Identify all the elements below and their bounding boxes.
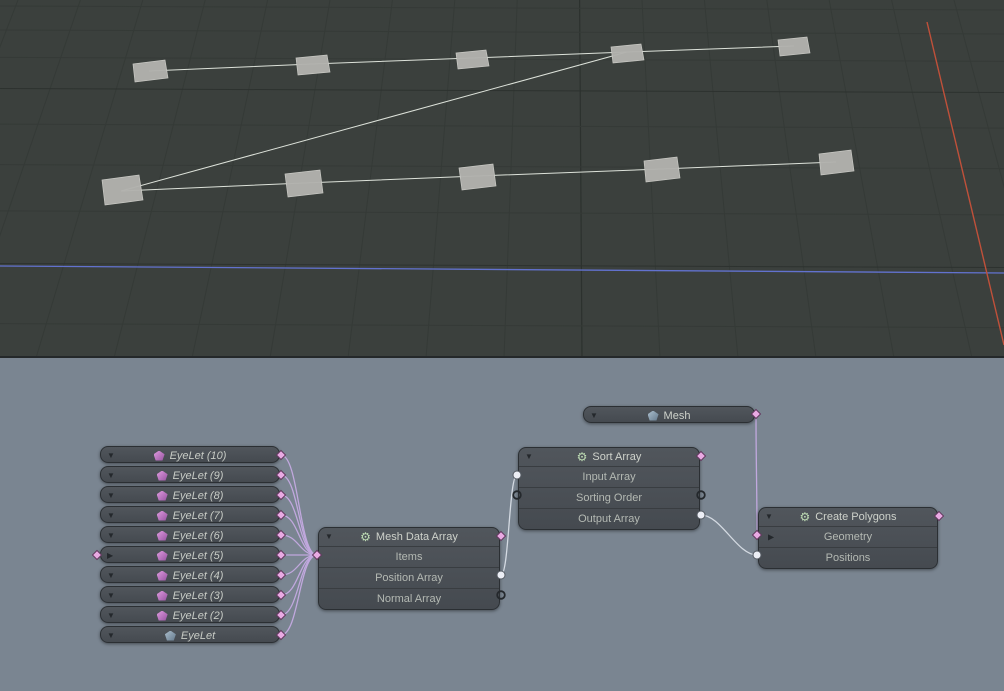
expand-arrow-icon[interactable]: ▶	[107, 551, 113, 559]
node-eyelet-7[interactable]: ▼ EyeLet (7)	[100, 506, 280, 523]
connector-mda-position-output[interactable]	[497, 571, 505, 579]
gear-icon: ⚙	[360, 531, 371, 543]
row-position-array[interactable]: Position Array	[319, 567, 499, 588]
node-mesh[interactable]: ▼ Mesh	[583, 406, 755, 423]
node-eyelet-6[interactable]: ▼ EyeLet (6)	[100, 526, 280, 543]
node-title: EyeLet (8)	[173, 490, 224, 502]
collapse-arrow-icon[interactable]: ▼	[107, 591, 115, 599]
collapse-arrow-icon[interactable]: ▼	[107, 571, 115, 579]
collapse-arrow-icon[interactable]: ▼	[325, 533, 333, 541]
node-title: EyeLet (5)	[173, 550, 224, 562]
collapse-arrow-icon[interactable]: ▼	[107, 511, 115, 519]
node-eyelet-4[interactable]: ▼ EyeLet (4)	[100, 566, 280, 583]
row-items[interactable]: Items	[319, 546, 499, 567]
gear-icon: ⚙	[799, 511, 810, 523]
viewport-canvas	[0, 0, 1004, 358]
collapse-arrow-icon[interactable]: ▼	[525, 453, 533, 461]
collapse-arrow-icon[interactable]: ▼	[107, 611, 115, 619]
eyelet-quad[interactable]	[819, 150, 854, 175]
wire-mdaPos-to-sortIn[interactable]	[501, 475, 517, 575]
connector-sort-output[interactable]	[697, 511, 705, 519]
node-title: EyeLet	[181, 630, 215, 642]
collapse-arrow-icon[interactable]: ▼	[107, 631, 115, 639]
collapse-arrow-icon[interactable]: ▼	[107, 491, 115, 499]
collapse-arrow-icon[interactable]: ▼	[107, 451, 115, 459]
row-input-array[interactable]: Input Array	[519, 466, 699, 487]
row-sorting-order[interactable]: Sorting Order	[519, 487, 699, 508]
mesh-item-icon	[165, 631, 176, 641]
collapse-arrow-icon[interactable]: ▼	[765, 513, 773, 521]
wire-eyelet6-to-mdaItems[interactable]	[281, 535, 317, 555]
connector-cp-positions-input[interactable]	[753, 551, 761, 559]
eyelet-quad[interactable]	[459, 164, 496, 190]
eyelet-quad[interactable]	[285, 170, 323, 197]
mesh-item-icon	[157, 551, 168, 561]
gear-icon: ⚙	[577, 451, 588, 463]
node-title: Mesh	[664, 410, 691, 422]
node-eyelet-8[interactable]: ▼ EyeLet (8)	[100, 486, 280, 503]
mesh-item-icon	[157, 531, 168, 541]
schematic-viewport[interactable]: ▼ EyeLet (10) ▼ EyeLet (9) ▼ EyeLet (8) ▼ Ey…	[0, 358, 1004, 691]
node-eyelet-9[interactable]: ▼ EyeLet (9)	[100, 466, 280, 483]
wire-eyelet2-to-mdaItems[interactable]	[281, 555, 317, 615]
wire-eyelet4-to-mdaItems[interactable]	[281, 555, 317, 575]
node-title: EyeLet (3)	[173, 590, 224, 602]
mesh-item-icon	[157, 571, 168, 581]
node-eyelet-1[interactable]: ▼ EyeLet	[100, 626, 280, 643]
node-title: EyeLet (9)	[173, 470, 224, 482]
mesh-item-icon	[648, 411, 659, 421]
eyelet-quad[interactable]	[296, 55, 330, 75]
wire-eyelet9-to-mdaItems[interactable]	[281, 475, 317, 555]
node-title: Create Polygons	[815, 511, 896, 523]
viewport-background	[0, 0, 1004, 358]
mesh-item-icon	[157, 511, 168, 521]
wire-sortOut-to-cpPos[interactable]	[701, 515, 757, 555]
node-title: EyeLet (10)	[170, 450, 227, 462]
mesh-item-icon	[154, 451, 165, 461]
row-label: Geometry	[824, 531, 872, 543]
wire-eyelet3-to-mdaItems[interactable]	[281, 555, 317, 595]
collapse-arrow-icon[interactable]: ▼	[590, 411, 598, 419]
eyelet-quad[interactable]	[456, 50, 489, 69]
row-normal-array[interactable]: Normal Array	[319, 588, 499, 609]
node-title: Mesh Data Array	[376, 531, 458, 543]
wire-meshOut-to-cpGeo[interactable]	[756, 414, 757, 535]
mesh-item-icon	[157, 611, 168, 621]
row-output-array[interactable]: Output Array	[519, 508, 699, 529]
node-title: EyeLet (7)	[173, 510, 224, 522]
connector-sort-input[interactable]	[513, 471, 521, 479]
node-title: EyeLet (2)	[173, 610, 224, 622]
node-mesh-data-array[interactable]: ▼ ⚙ Mesh Data Array Items Position Array N…	[318, 527, 500, 610]
wire-eyelet10-to-mdaItems[interactable]	[281, 455, 317, 555]
row-geometry[interactable]: ▶ Geometry	[759, 526, 937, 547]
wire-eyelet7-to-mdaItems[interactable]	[281, 515, 317, 555]
collapse-arrow-icon[interactable]: ▼	[107, 531, 115, 539]
eyelet-quad[interactable]	[102, 175, 143, 205]
row-label: Positions	[826, 552, 871, 564]
mesh-item-icon	[157, 491, 168, 501]
node-eyelet-10[interactable]: ▼ EyeLet (10)	[100, 446, 280, 463]
3d-viewport[interactable]	[0, 0, 1004, 358]
node-title: EyeLet (4)	[173, 570, 224, 582]
eyelet-quad[interactable]	[778, 37, 810, 56]
eyelet-quad[interactable]	[133, 60, 168, 82]
eyelet-quad[interactable]	[644, 157, 680, 182]
collapse-arrow-icon[interactable]: ▼	[107, 471, 115, 479]
row-positions[interactable]: Positions	[759, 547, 937, 568]
node-eyelet-3[interactable]: ▼ EyeLet (3)	[100, 586, 280, 603]
node-create-polygons[interactable]: ▼ ⚙ Create Polygons ▶ Geometry Positions	[758, 507, 938, 569]
application-window: ▼ EyeLet (10) ▼ EyeLet (9) ▼ EyeLet (8) ▼ Ey…	[0, 0, 1004, 691]
wire-eyelet1-to-mdaItems[interactable]	[281, 555, 317, 635]
wire-eyelet8-to-mdaItems[interactable]	[281, 495, 317, 555]
node-sort-array[interactable]: ▼ ⚙ Sort Array Input Array Sorting Order O…	[518, 447, 700, 530]
node-eyelet-2[interactable]: ▼ EyeLet (2)	[100, 606, 280, 623]
node-title: EyeLet (6)	[173, 530, 224, 542]
expand-arrow-icon[interactable]: ▶	[768, 532, 774, 541]
mesh-item-icon	[157, 471, 168, 481]
mesh-item-icon	[157, 591, 168, 601]
node-title: Sort Array	[592, 451, 641, 463]
node-eyelet-5[interactable]: ▶ EyeLet (5)	[100, 546, 280, 563]
eyelet-quad[interactable]	[611, 44, 644, 63]
